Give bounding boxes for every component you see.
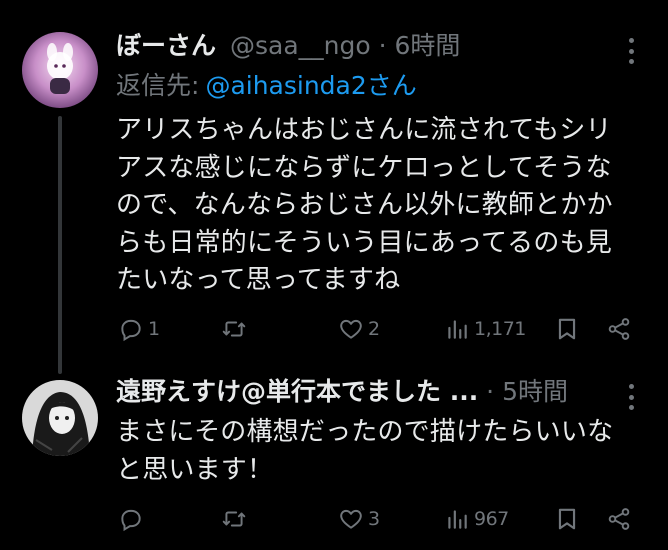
reply-icon <box>118 316 144 342</box>
views-count: 1,171 <box>474 318 526 340</box>
bookmark-button[interactable] <box>554 503 580 535</box>
bookmark-button[interactable] <box>554 313 580 345</box>
separator-dot: · <box>486 377 495 406</box>
author-name[interactable]: 遠野えすけ@単行本でました ... <box>116 377 478 406</box>
more-icon[interactable] <box>624 38 638 64</box>
tweet-header: 遠野えすけ@単行本でました ... · 5時間 <box>116 376 608 408</box>
like-icon <box>338 316 364 342</box>
thread-line <box>58 116 62 374</box>
tweet-header: ぼーさん @saa__ngo · 6時間 <box>116 30 608 62</box>
share-button[interactable] <box>606 313 632 345</box>
like-button[interactable]: 2 <box>338 313 380 345</box>
tweet[interactable]: 遠野えすけ@単行本でました ... · 5時間 まさにその構想だったので描けたら… <box>0 370 668 550</box>
tweet-text: アリスちゃんはおじさんに流されてもシリ アスな感じにならずにケロっとしてそうな … <box>116 115 613 295</box>
views-button[interactable]: 1,171 <box>444 313 526 345</box>
timestamp[interactable]: 6時間 <box>395 31 461 60</box>
retweet-icon <box>221 316 247 342</box>
reply-to-mention[interactable]: @aihasinda2さん <box>205 71 416 100</box>
share-icon <box>606 316 632 342</box>
reply-icon <box>118 506 144 532</box>
views-icon <box>444 506 470 532</box>
author-name[interactable]: ぼーさん <box>116 31 216 60</box>
like-count: 3 <box>368 508 380 530</box>
share-icon <box>606 506 632 532</box>
like-icon <box>338 506 364 532</box>
reply-button[interactable] <box>118 503 148 535</box>
views-button[interactable]: 967 <box>444 503 509 535</box>
views-count: 967 <box>474 508 509 530</box>
author-handle[interactable]: @saa__ngo <box>230 31 371 60</box>
reply-to: 返信先: @aihasinda2さん <box>116 70 417 102</box>
bookmark-icon <box>554 506 580 532</box>
action-bar: 3 967 <box>116 503 638 535</box>
reply-count: 1 <box>148 318 160 340</box>
avatar[interactable] <box>22 32 98 108</box>
share-button[interactable] <box>606 503 632 535</box>
avatar[interactable] <box>22 380 98 456</box>
reply-to-label: 返信先: <box>116 71 200 100</box>
views-icon <box>444 316 470 342</box>
action-bar: 1 2 1,171 <box>116 313 638 345</box>
tweet-text: まさにその構想だったので描けたらいいな と思います！ <box>116 417 614 485</box>
tweet[interactable]: ぼーさん @saa__ngo · 6時間 返信先: @aihasinda2さん ア… <box>0 0 668 374</box>
like-count: 2 <box>368 318 380 340</box>
more-icon[interactable] <box>624 384 638 410</box>
retweet-button[interactable] <box>221 503 251 535</box>
bookmark-icon <box>554 316 580 342</box>
retweet-button[interactable] <box>221 313 251 345</box>
separator-dot: · <box>378 31 387 60</box>
timestamp[interactable]: 5時間 <box>502 377 568 406</box>
reply-button[interactable]: 1 <box>118 313 160 345</box>
like-button[interactable]: 3 <box>338 503 380 535</box>
retweet-icon <box>221 506 247 532</box>
